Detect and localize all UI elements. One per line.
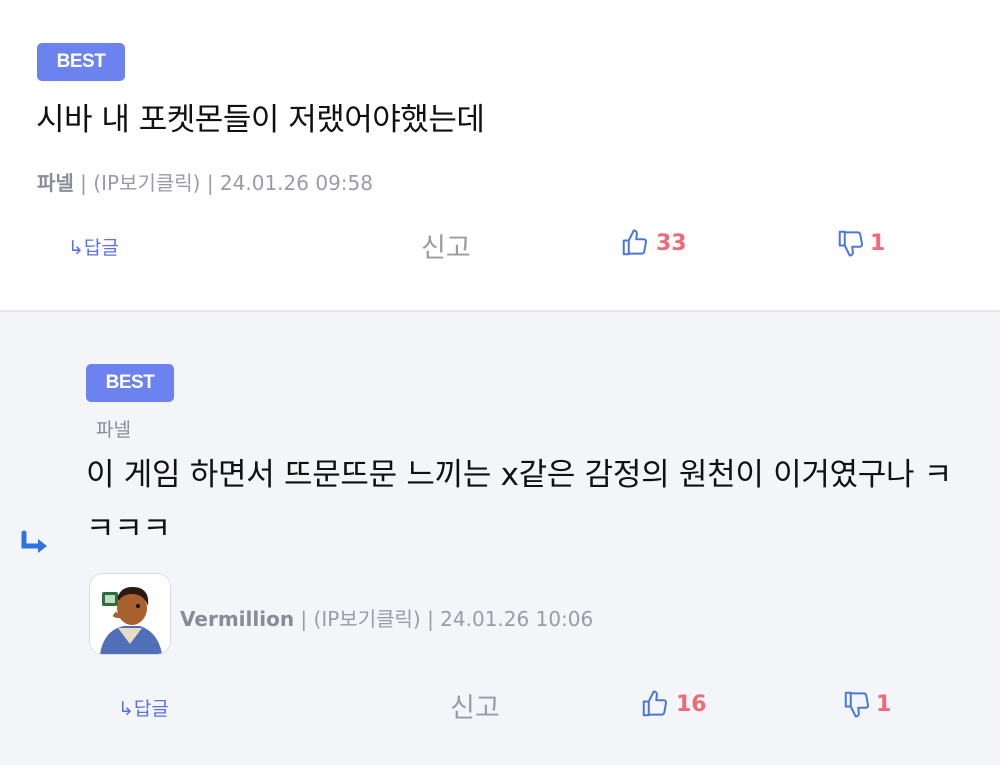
best-badge: BEST	[37, 43, 125, 81]
meta-separator: |	[206, 171, 220, 195]
downvote-button[interactable]: 1	[836, 228, 885, 258]
comment-2-reply: BEST 파넬 이 게임 하면서 뜨문뜨문 느끼는 x같은 감정의 원천이 이거…	[0, 312, 1000, 765]
upvote-button[interactable]: 16	[640, 689, 707, 719]
author-name[interactable]: Vermillion	[180, 607, 294, 631]
upvote-button[interactable]: 33	[620, 228, 687, 258]
thumbs-down-icon	[844, 691, 870, 718]
best-badge: BEST	[86, 364, 174, 402]
comment-date: 24.01.26 10:06	[440, 607, 594, 631]
downvote-count: 1	[876, 691, 892, 717]
comment-date: 24.01.26 09:58	[219, 171, 373, 195]
parent-author[interactable]: 파넬	[96, 415, 131, 442]
comment-1: BEST 시바 내 포켓몬들이 저랬어야했는데 파넬 | (IP보기클릭) | …	[0, 0, 1000, 312]
report-button[interactable]: 신고	[450, 686, 500, 725]
reply-arrow-icon	[21, 530, 47, 553]
reply-button[interactable]: ↳답글	[118, 694, 169, 721]
ip-link[interactable]: (IP보기클릭)	[314, 607, 421, 631]
comment-text: 시바 내 포켓몬들이 저랬어야했는데	[36, 102, 485, 138]
report-button[interactable]: 신고	[421, 226, 471, 265]
meta-separator: |	[427, 607, 441, 631]
thumbs-up-icon	[622, 229, 648, 256]
comment-text: 이 게임 하면서 뜨문뜨문 느끼는 x같은 감정의 원천이 이거였구나 ㅋㅋㅋㅋ	[86, 457, 952, 547]
comment-meta: 파넬 | (IP보기클릭) | 24.01.26 09:58	[37, 167, 373, 196]
ip-link[interactable]: (IP보기클릭)	[93, 171, 200, 195]
thumbs-up-icon	[642, 690, 668, 717]
upvote-count: 16	[676, 691, 707, 717]
user-avatar[interactable]	[89, 573, 171, 655]
meta-separator: |	[300, 607, 314, 631]
meta-separator: |	[80, 171, 94, 195]
thumbs-down-icon	[838, 230, 864, 257]
comment-meta: Vermillion | (IP보기클릭) | 24.01.26 10:06	[180, 603, 593, 632]
upvote-count: 33	[656, 230, 687, 256]
downvote-count: 1	[870, 230, 886, 256]
reply-button[interactable]: ↳답글	[68, 233, 119, 260]
avatar-illustration	[90, 574, 170, 654]
author-name[interactable]: 파넬	[37, 171, 74, 195]
downvote-button[interactable]: 1	[842, 689, 891, 719]
